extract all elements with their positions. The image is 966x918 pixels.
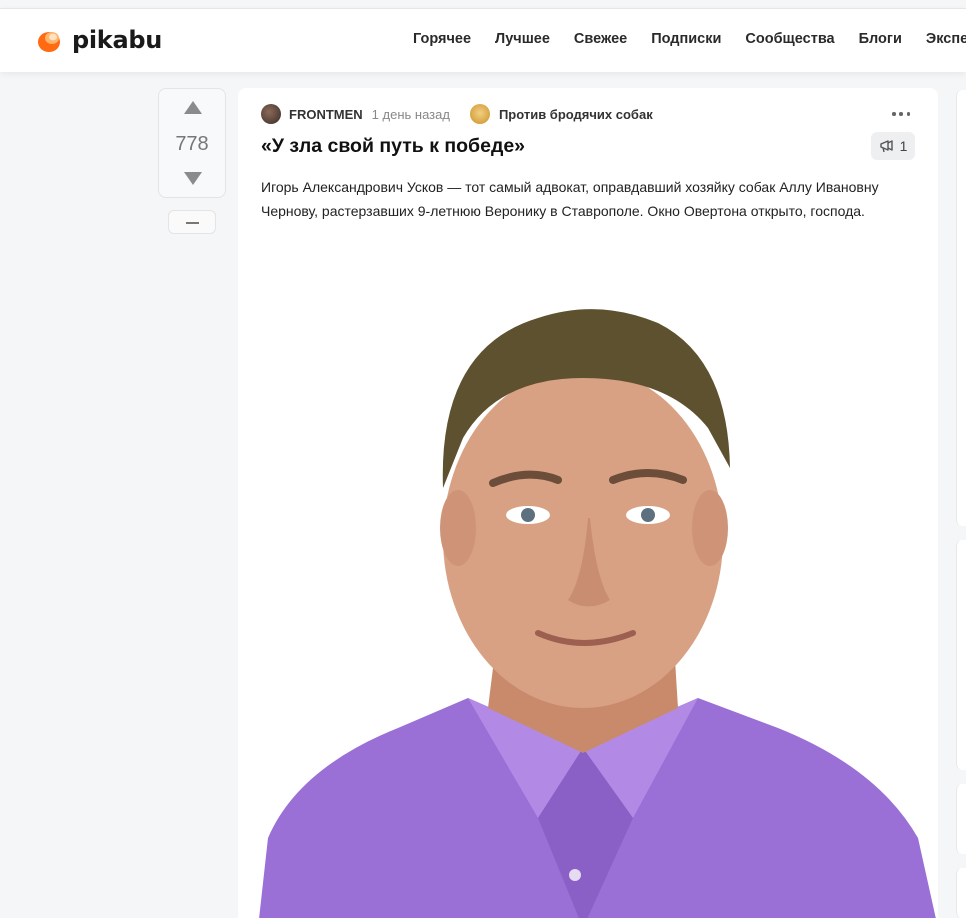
logo-text: pikabu (72, 26, 163, 54)
story-text: Игорь Александрович Усков — тот самый ад… (261, 179, 879, 219)
downvote-button[interactable] (183, 171, 203, 185)
dot-icon (899, 112, 903, 116)
logo[interactable]: pikabu (36, 26, 162, 54)
author-link[interactable]: FRONTMEN (289, 107, 363, 122)
rating-box: 778 (158, 88, 226, 198)
story-title[interactable]: «У зла свой путь к победе» (261, 135, 525, 158)
sidebar-panel (956, 90, 966, 526)
nav-item-best[interactable]: Лучшее (495, 31, 550, 47)
pikabu-logo-icon (36, 26, 64, 54)
megaphone-icon (879, 140, 893, 153)
story-meta: FRONTMEN 1 день назад Против бродячих со… (261, 104, 653, 124)
community-link[interactable]: Против бродячих собак (499, 107, 653, 122)
main-nav: Горячее Лучшее Свежее Подписки Сообществ… (413, 31, 966, 47)
comments-button[interactable]: 1 (871, 132, 915, 160)
nav-item-fresh[interactable]: Свежее (574, 31, 627, 47)
nav-item-subscriptions[interactable]: Подписки (651, 31, 721, 47)
sidebar-panel (956, 784, 966, 854)
top-strip (0, 0, 966, 8)
more-options-button[interactable] (890, 104, 912, 124)
portrait-image (238, 228, 938, 918)
sidebar-panel (956, 868, 966, 918)
site-header: pikabu Горячее Лучшее Свежее Подписки Со… (0, 8, 966, 72)
community-avatar-icon[interactable] (469, 104, 490, 124)
sidebar-panel (956, 540, 966, 770)
comments-count: 1 (899, 138, 908, 154)
nav-item-hot[interactable]: Горячее (413, 31, 471, 47)
story-photo[interactable] (238, 228, 938, 918)
upvote-button[interactable] (183, 101, 203, 115)
dot-icon (906, 112, 910, 116)
story-card: FRONTMEN 1 день назад Против бродячих со… (238, 88, 938, 918)
dot-icon (892, 112, 896, 116)
minus-icon (186, 222, 199, 224)
story-time: 1 день назад (371, 106, 450, 122)
nav-item-blogs[interactable]: Блоги (859, 31, 902, 47)
collapse-story-button[interactable] (168, 210, 216, 234)
nav-item-experts[interactable]: Эксперты (926, 31, 966, 47)
nav-item-communities[interactable]: Сообщества (745, 31, 834, 47)
triangle-down-icon (184, 172, 202, 185)
avatar[interactable] (261, 104, 281, 124)
right-sidebar-edge (956, 88, 966, 918)
rating-count: 778 (175, 133, 209, 155)
triangle-up-icon (184, 101, 202, 114)
